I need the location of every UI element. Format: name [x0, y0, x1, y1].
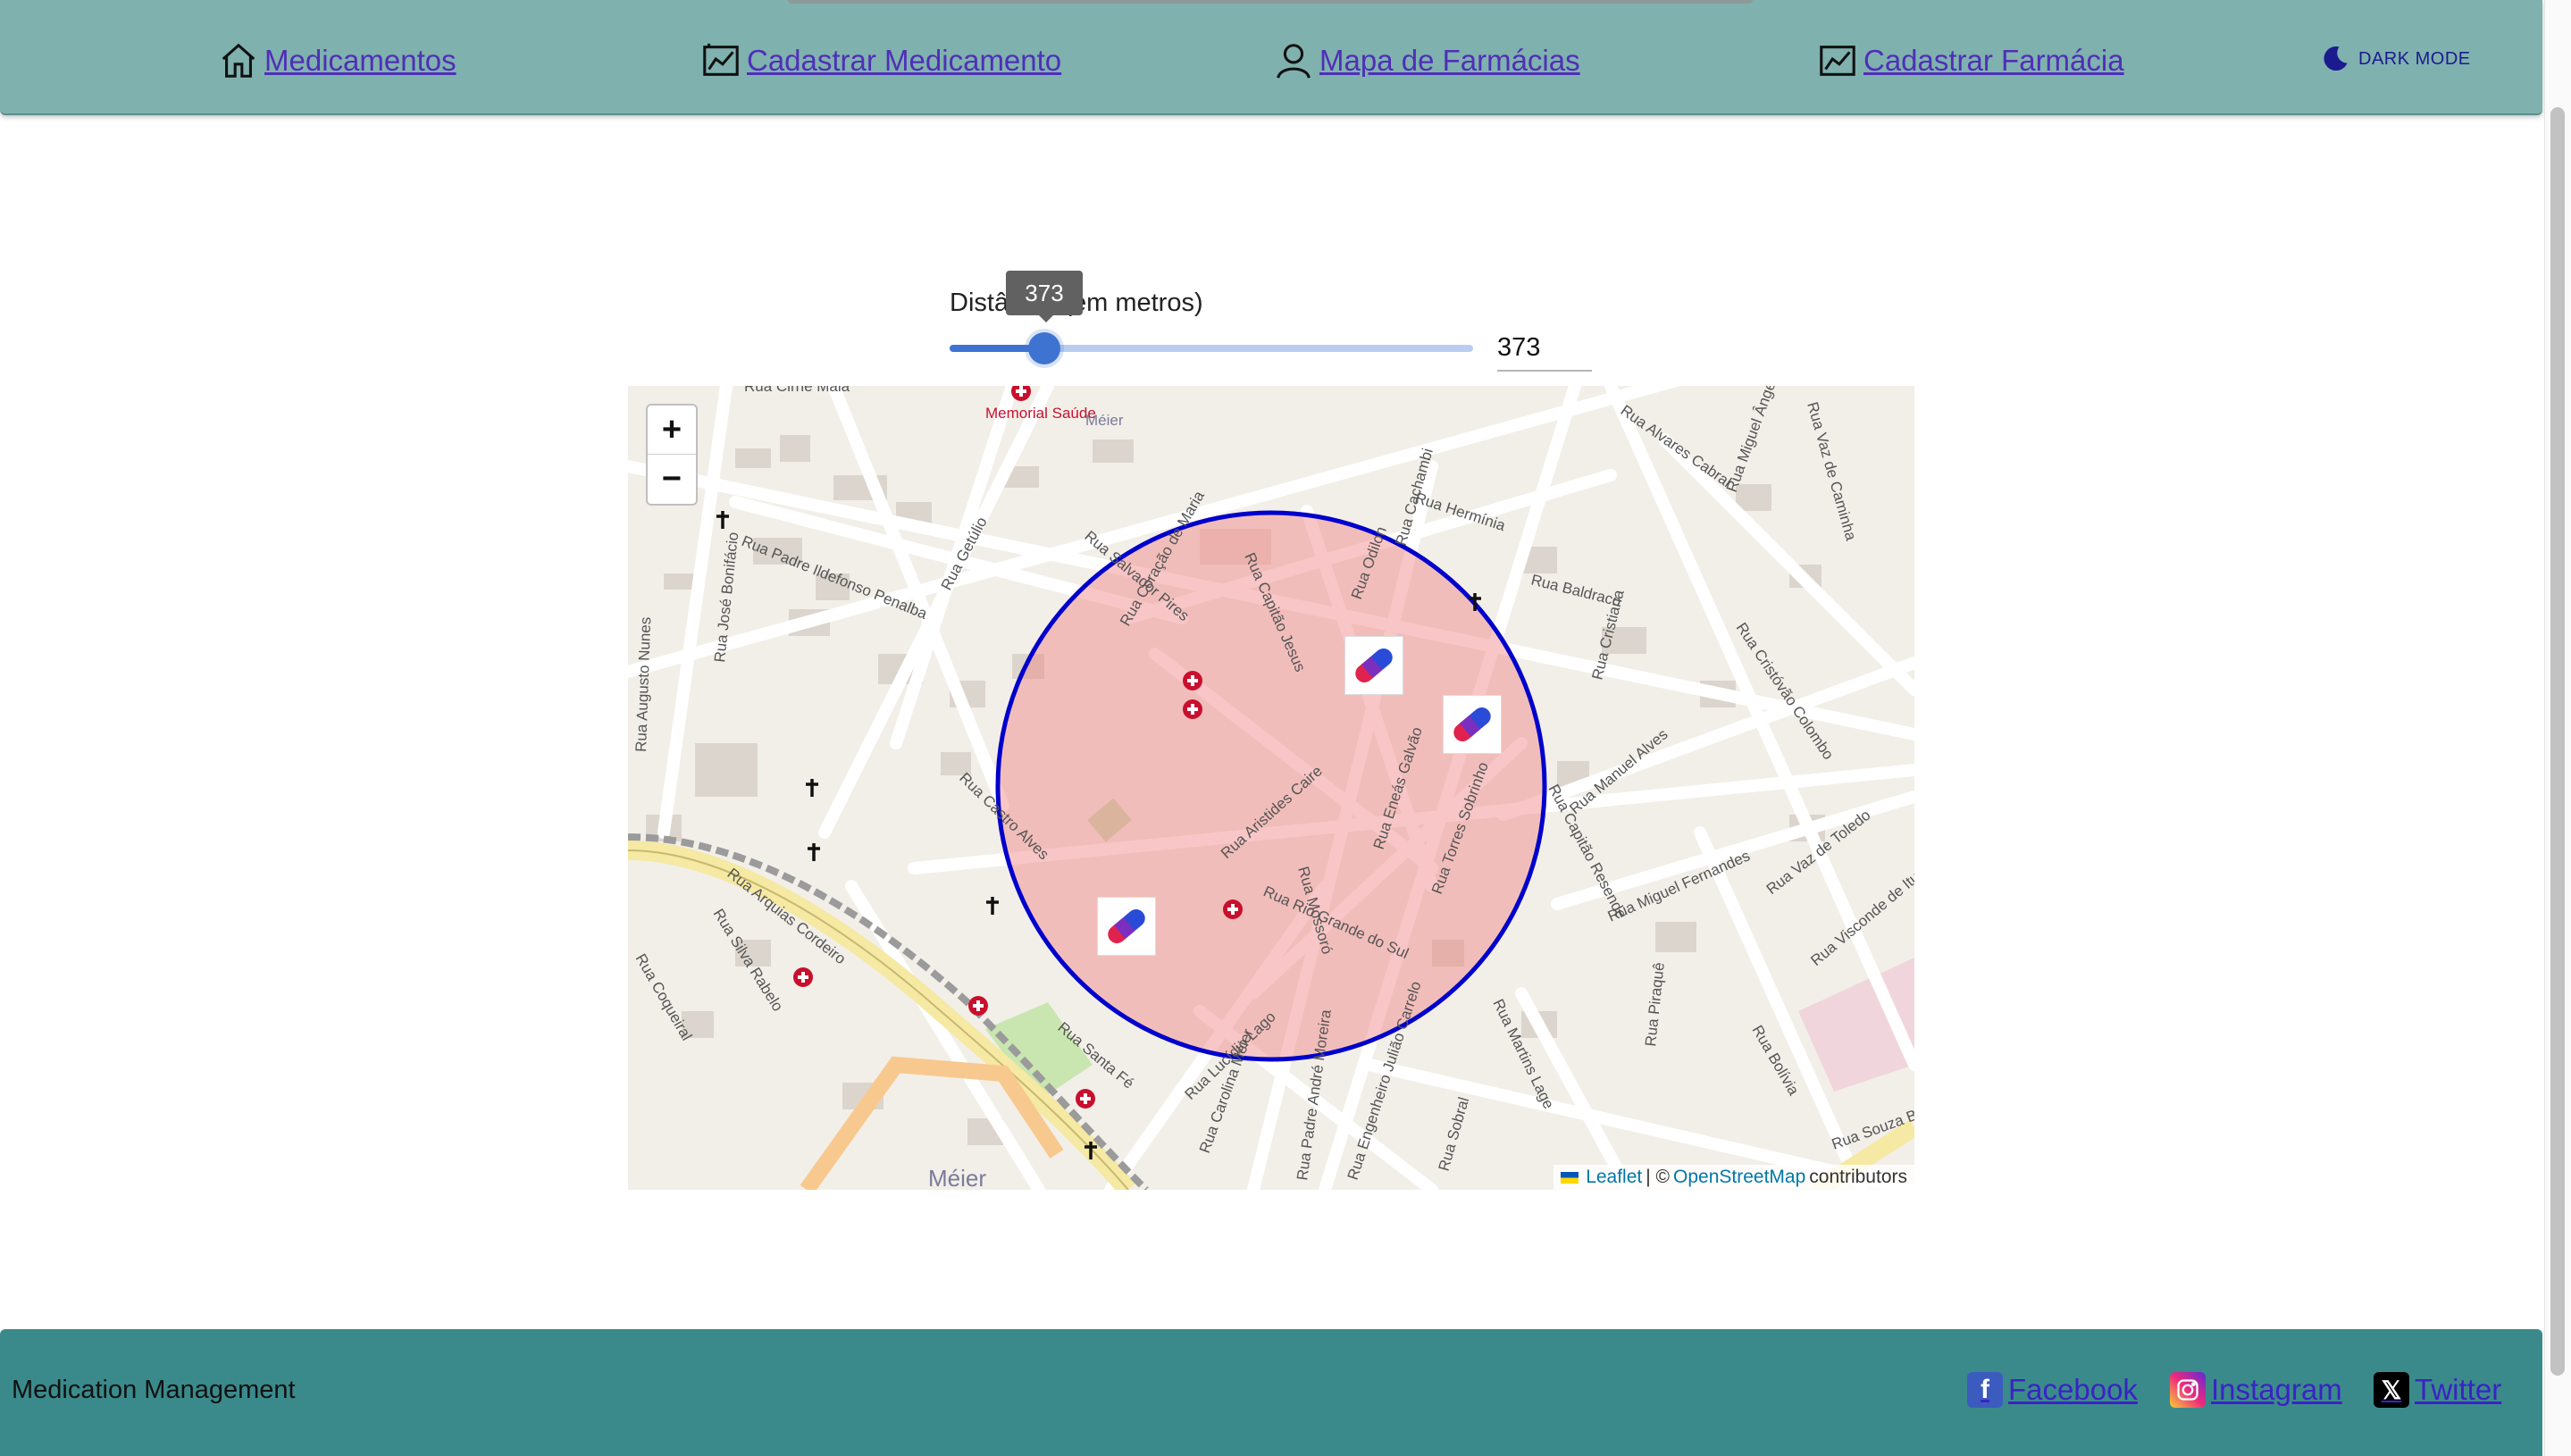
pharmacy-marker[interactable] [1443, 695, 1502, 754]
social-label: Facebook [2008, 1373, 2138, 1406]
social-label: Twitter [2415, 1373, 2502, 1406]
osm-link[interactable]: OpenStreetMap [1673, 1167, 1805, 1188]
zoom-in-button[interactable]: + [648, 406, 696, 455]
map-tiles[interactable]: Rua Cirne Maia Rua José Bonifácio Rua Pa… [628, 386, 1914, 1190]
dark-mode-toggle[interactable]: DARK MODE [2319, 43, 2471, 75]
place-label-meier-large: Méier [928, 1165, 986, 1190]
nav-label: Cadastrar Farmácia [1863, 44, 2124, 77]
zoom-control: + − [646, 404, 698, 506]
x-twitter-icon: 𝕏 [2374, 1372, 2409, 1408]
facebook-icon: f [1967, 1372, 2003, 1408]
dark-mode-label: DARK MODE [2358, 48, 2471, 69]
chart-icon [1820, 46, 1855, 76]
navbar-top-strip [788, 0, 1753, 4]
twitter-link[interactable]: 𝕏 Twitter [2374, 1372, 2501, 1408]
moon-icon [2324, 46, 2348, 71]
footer-title: Medication Management [12, 1376, 296, 1404]
nav-label: Cadastrar Medicamento [747, 44, 1062, 77]
street-label: Rua Cirne Maia [744, 386, 850, 395]
leaflet-link[interactable]: Leaflet [1586, 1167, 1642, 1188]
pharmacy-marker[interactable] [1344, 636, 1403, 695]
pharmacy-marker[interactable] [1097, 897, 1156, 956]
distance-slider-thumb[interactable] [1028, 332, 1060, 364]
instagram-icon [2170, 1372, 2206, 1408]
pharmacy-map[interactable]: Rua Cirne Maia Rua José Bonifácio Rua Pa… [628, 386, 1914, 1190]
nav-link-cadastrar-farmacia[interactable]: Cadastrar Farmácia [1817, 39, 2124, 82]
scrollbar-thumb[interactable] [2550, 107, 2565, 1376]
pill-icon [1108, 909, 1145, 943]
person-icon [1277, 44, 1311, 79]
map-attribution: Leaflet | © OpenStreetMap contributors [1553, 1165, 1914, 1190]
facebook-link[interactable]: f Facebook [1967, 1372, 2138, 1408]
social-label: Instagram [2211, 1373, 2342, 1406]
place-label-meier: Méier [1085, 412, 1124, 429]
page-scrollbar[interactable] [2544, 0, 2571, 1456]
ukraine-flag-icon [1561, 1171, 1579, 1184]
distance-input[interactable] [1497, 325, 1592, 372]
nav-label: Mapa de Farmácias [1319, 44, 1580, 77]
top-navbar: Medicamentos Cadastrar Medicamento Mapa … [0, 0, 2542, 115]
instagram-link[interactable]: Instagram [2170, 1372, 2342, 1408]
place-label-memorial: Memorial Saúde [985, 405, 1096, 422]
nav-link-cadastrar-medicamento[interactable]: Cadastrar Medicamento [700, 39, 1061, 82]
distance-slider-tooltip: 373 [1006, 271, 1083, 322]
zoom-out-button[interactable]: − [648, 455, 696, 503]
footer: Medication Management f Facebook Instagr… [0, 1329, 2542, 1456]
nav-link-mapa-farmacias[interactable]: Mapa de Farmácias [1273, 39, 1580, 82]
pill-icon [1453, 707, 1491, 741]
nav-label: Medicamentos [264, 44, 456, 77]
pill-icon [1355, 649, 1393, 682]
chart-icon [703, 43, 739, 76]
home-icon [222, 43, 255, 78]
attribution-separator: | © [1646, 1167, 1671, 1187]
attribution-suffix: contributors [1809, 1167, 1907, 1187]
nav-link-medicamentos[interactable]: Medicamentos [218, 39, 456, 82]
